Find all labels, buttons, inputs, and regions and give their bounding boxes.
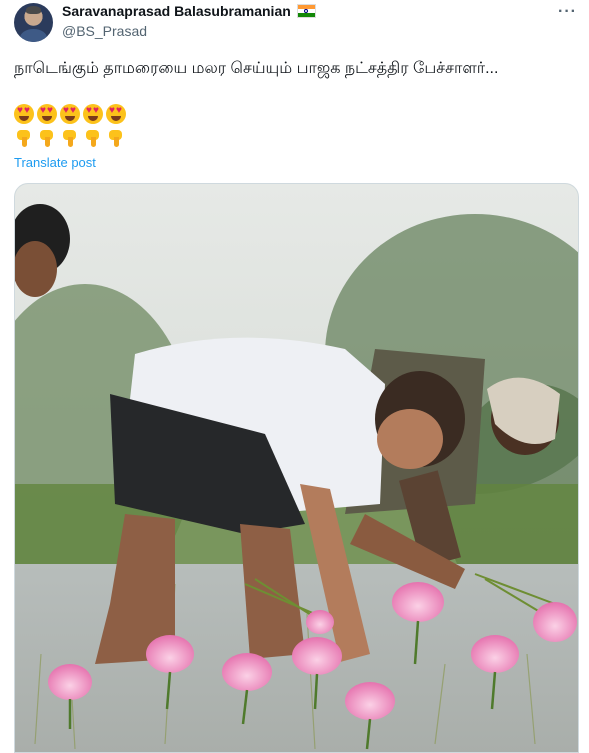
pointing-down-emoji-icon bbox=[14, 128, 34, 148]
pointing-down-emoji-icon bbox=[37, 128, 57, 148]
author-handle[interactable]: @BS_Prasad bbox=[62, 23, 147, 39]
more-options-icon[interactable]: ··· bbox=[558, 3, 577, 21]
heart-eyes-emoji-row bbox=[14, 104, 126, 124]
post-image[interactable] bbox=[14, 183, 579, 753]
heart-eyes-emoji-icon bbox=[37, 104, 57, 124]
pointing-down-emoji-icon bbox=[106, 128, 126, 148]
heart-eyes-emoji-icon bbox=[60, 104, 80, 124]
pointing-down-emoji-icon bbox=[83, 128, 103, 148]
heart-eyes-emoji-icon bbox=[83, 104, 103, 124]
post-text: நாடெங்கும் தாமரையை மலர செய்யும் பாஜக நட்… bbox=[14, 60, 499, 77]
pointing-down-emoji-icon bbox=[60, 128, 80, 148]
author-avatar[interactable] bbox=[14, 3, 53, 42]
pointing-down-emoji-row bbox=[14, 128, 126, 148]
heart-eyes-emoji-icon bbox=[14, 104, 34, 124]
translate-post-link[interactable]: Translate post bbox=[14, 155, 96, 170]
heart-eyes-emoji-icon bbox=[106, 104, 126, 124]
india-flag-icon bbox=[296, 4, 316, 18]
author-name-row: Saravanaprasad Balasubramanian bbox=[62, 3, 316, 19]
author-name[interactable]: Saravanaprasad Balasubramanian bbox=[62, 3, 291, 19]
